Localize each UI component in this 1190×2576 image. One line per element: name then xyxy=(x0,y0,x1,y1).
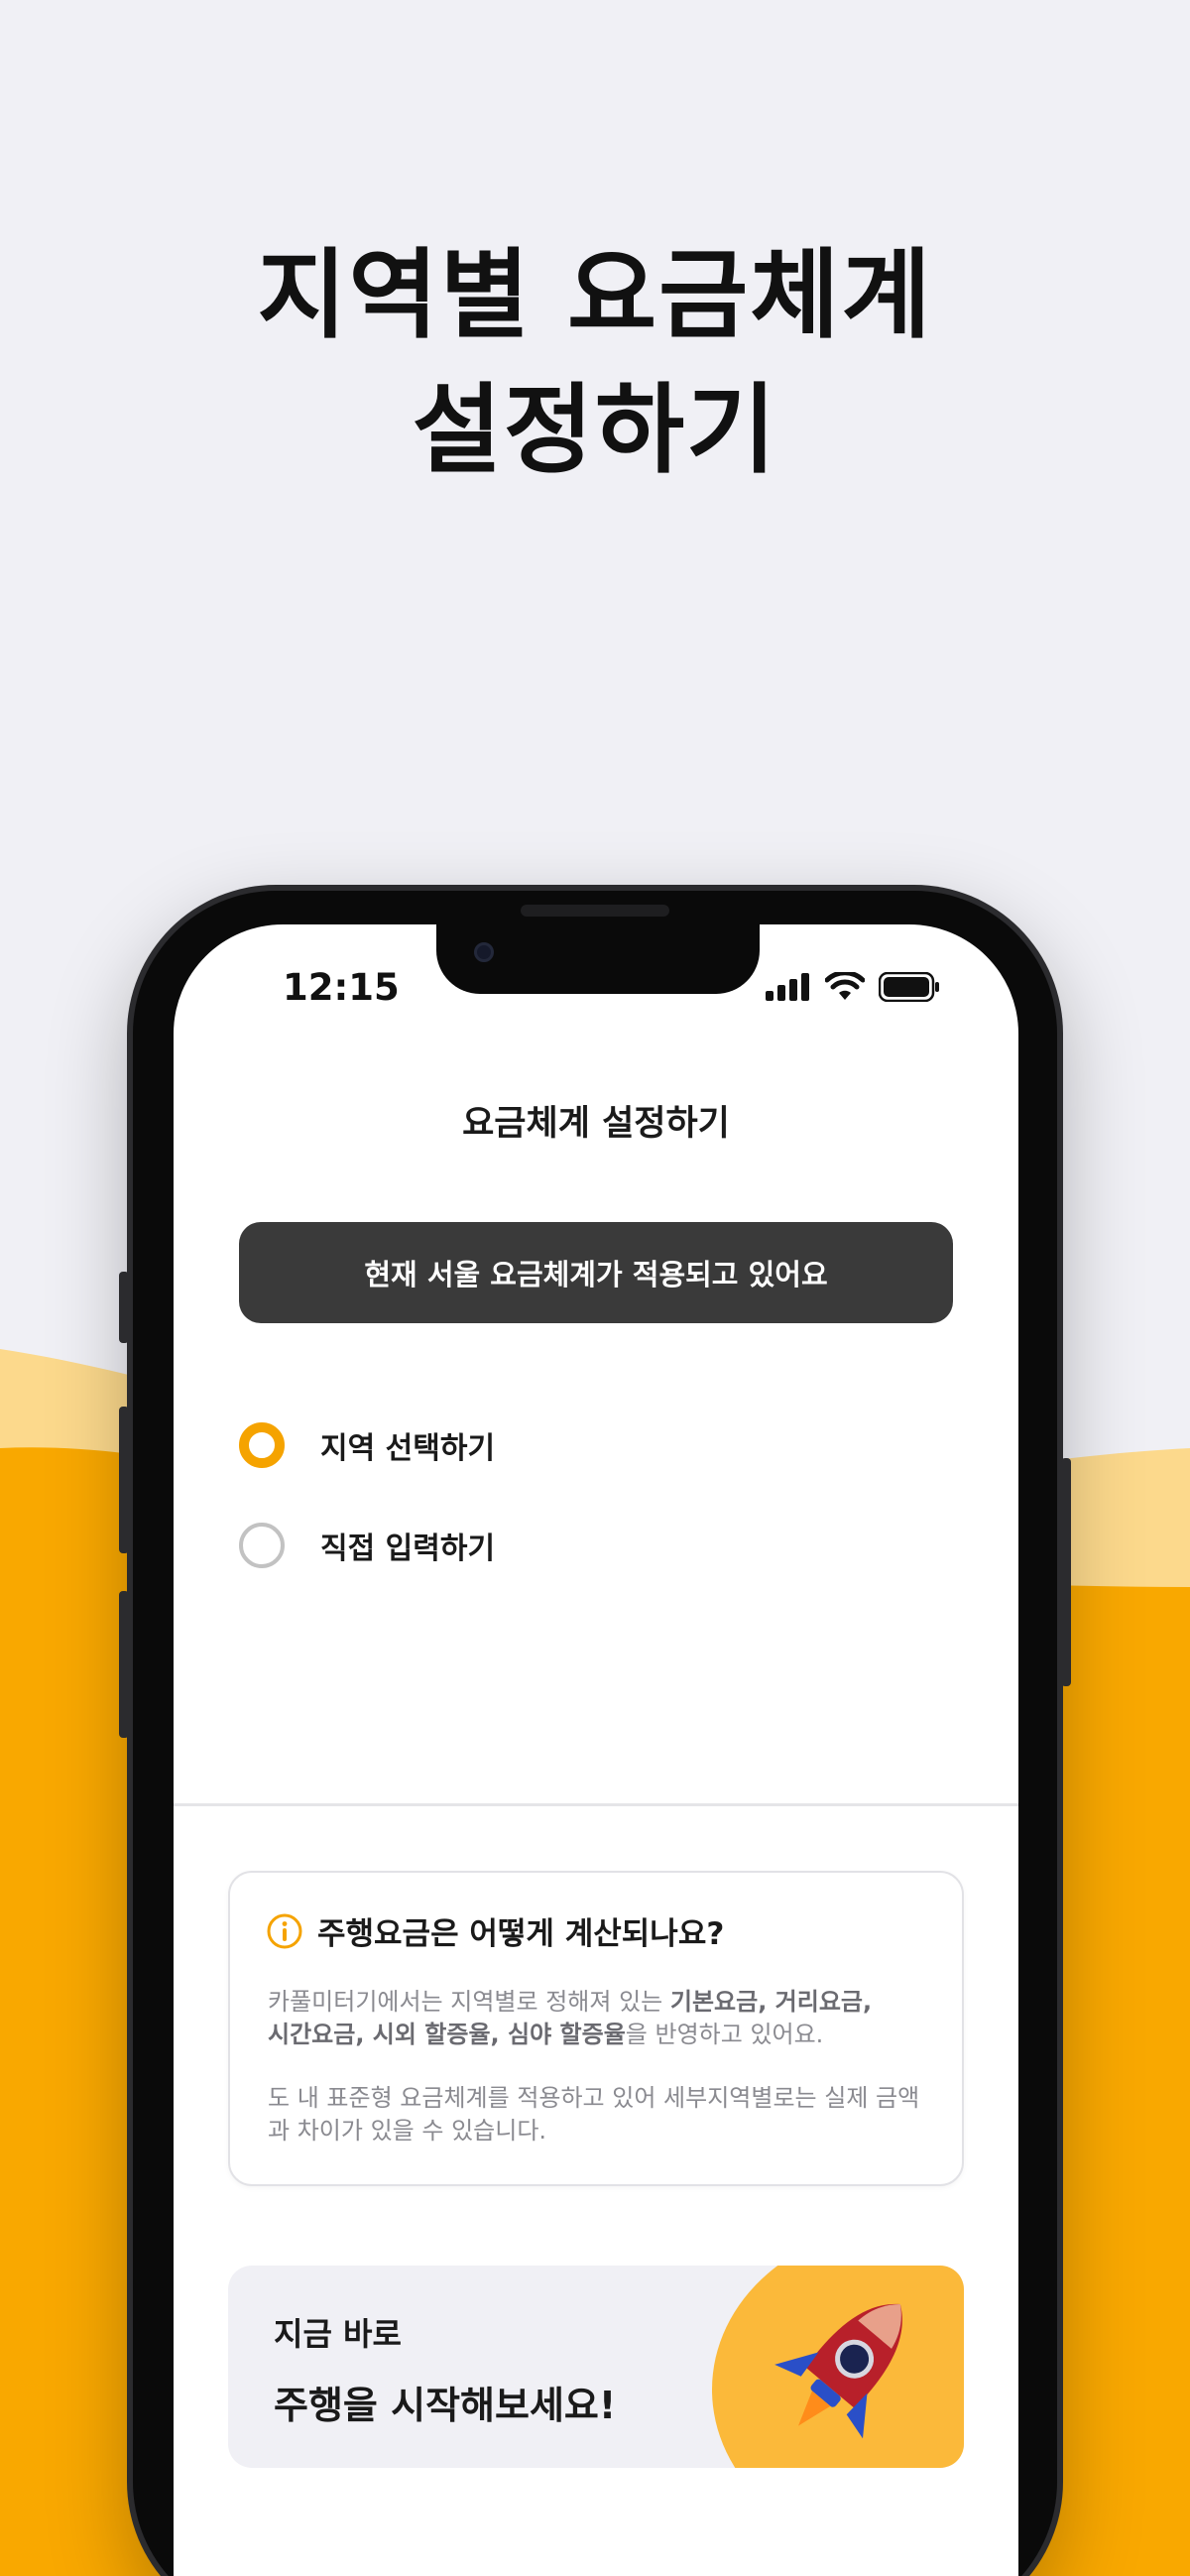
battery-icon xyxy=(879,972,939,1002)
radio-unselected[interactable] xyxy=(239,1523,285,1568)
signal-icon xyxy=(766,973,809,1001)
side-button-mute xyxy=(119,1272,129,1343)
cta-title: 주행을 시작해보세요! xyxy=(274,2384,617,2427)
fare-info-card: 주행요금은 어떻게 계산되나요? 카풀미터기에서는 지역별로 정해져 있는 기본… xyxy=(228,1871,964,2186)
rocket-illustration xyxy=(774,2303,902,2439)
info-text-bold: 기본요금, 거리요금, xyxy=(669,1988,873,2016)
start-driving-card[interactable]: 지금 바로 주행을 시작해보세요! xyxy=(228,2266,964,2468)
radio-selected[interactable] xyxy=(239,1422,285,1468)
info-text-bold: 시간요금, 시외 할증율, 심야 할증율 xyxy=(268,2021,626,2048)
cta-subtitle: 지금 바로 xyxy=(274,2315,402,2353)
option-manual-input[interactable]: 직접 입력하기 xyxy=(239,1523,495,1568)
info-card-title: 주행요금은 어떻게 계산되나요? xyxy=(317,1916,725,1952)
info-card-body: 카풀미터기에서는 지역별로 정해져 있는 기본요금, 거리요금, 시간요금, 시… xyxy=(268,1986,932,2147)
option-label: 직접 입력하기 xyxy=(320,1532,496,1566)
screen-title: 요금체계 설정하기 xyxy=(462,1104,730,1144)
info-paragraph-1: 카풀미터기에서는 지역별로 정해져 있는 기본요금, 거리요금, 시간요금, 시… xyxy=(268,1986,932,2051)
side-button-power xyxy=(1061,1458,1071,1686)
info-text: 카풀미터기에서는 지역별로 정해져 있는 xyxy=(268,1988,670,2016)
status-icons xyxy=(766,972,940,1002)
info-card-header: 주행요금은 어떻게 계산되나요? xyxy=(266,1908,724,1953)
hero-title-line1: 지역별 요금체계 xyxy=(257,239,933,352)
phone-speaker xyxy=(521,905,669,917)
front-camera xyxy=(474,942,494,962)
banner-text: 현재 서울 요금체계가 적용되고 있어요 xyxy=(364,1258,828,1291)
hero-title-line2: 설정하기 xyxy=(412,374,778,487)
side-button-volume-down xyxy=(119,1591,129,1738)
info-paragraph-2: 도 내 표준형 요금체계를 적용하고 있어 세부지역별로는 실제 금액과 차이가… xyxy=(268,2084,920,2145)
hero-title: 지역별 요금체계 설정하기 xyxy=(0,228,1190,498)
option-label: 지역 선택하기 xyxy=(320,1431,496,1466)
status-time: 12:15 xyxy=(283,966,400,1009)
info-icon xyxy=(267,1913,302,1948)
current-fare-banner: 현재 서울 요금체계가 적용되고 있어요 xyxy=(239,1222,953,1323)
wifi-icon xyxy=(825,972,865,1000)
side-button-volume-up xyxy=(119,1407,129,1553)
info-text: 을 반영하고 있어요. xyxy=(625,2021,824,2048)
section-divider xyxy=(174,1803,1018,1806)
option-region-select[interactable]: 지역 선택하기 xyxy=(239,1422,495,1468)
